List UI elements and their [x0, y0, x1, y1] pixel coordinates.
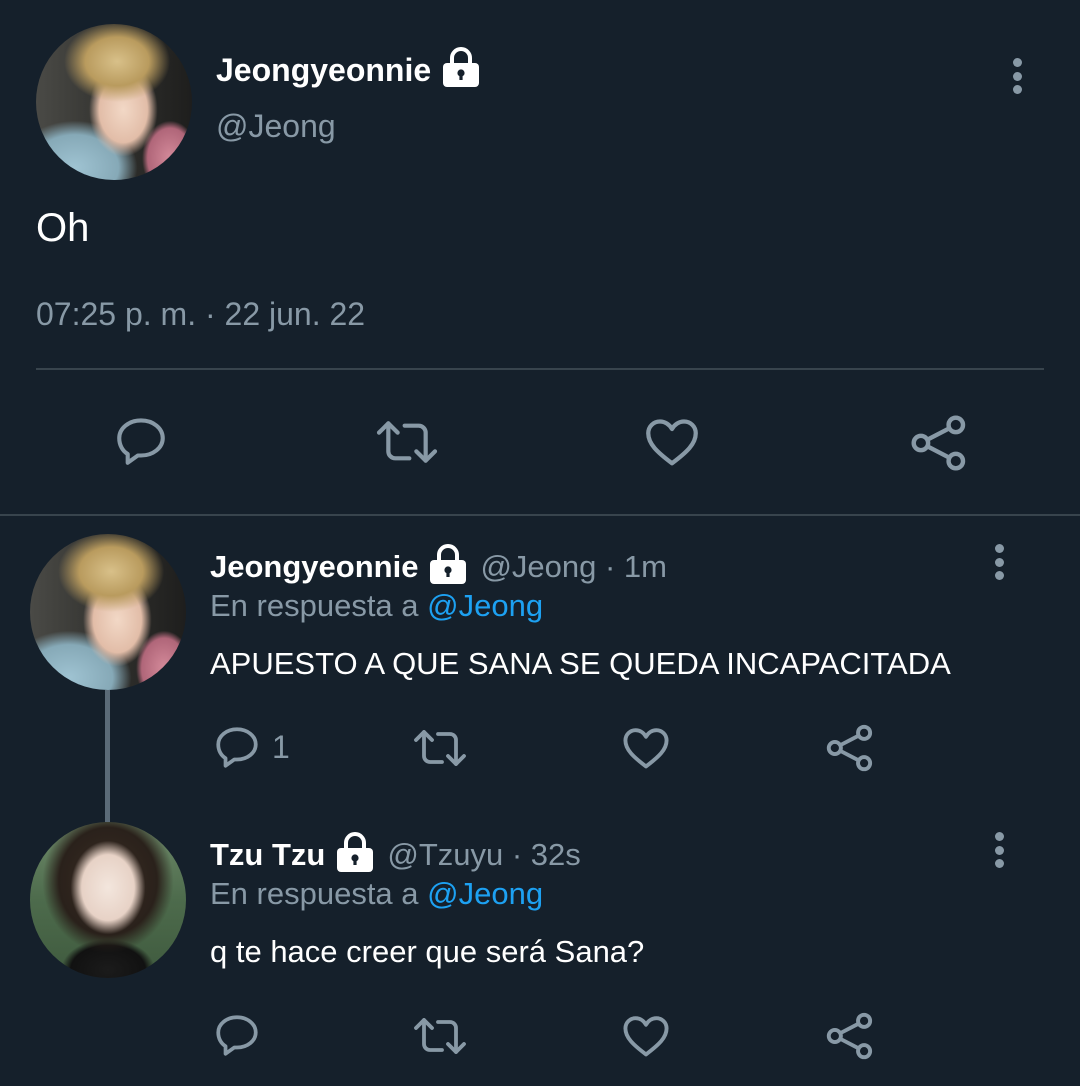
retweet-icon — [414, 730, 466, 766]
share-button[interactable] — [824, 1010, 876, 1062]
section-divider — [0, 514, 1080, 516]
reply-count: 1 — [272, 728, 290, 765]
reply-context: En respuesta a @Jeong — [210, 588, 543, 624]
lock-icon — [441, 46, 481, 88]
author-display-name[interactable]: Tzu Tzu — [210, 837, 325, 873]
lock-icon — [335, 831, 375, 873]
tweet-text: Oh — [36, 206, 90, 250]
author-handle[interactable]: @Jeong — [216, 108, 336, 145]
divider — [36, 368, 1044, 370]
reply-context: En respuesta a @Jeong — [210, 876, 543, 912]
reply-button[interactable] — [112, 412, 170, 470]
more-options-icon[interactable] — [992, 832, 1006, 868]
like-button[interactable] — [620, 1010, 672, 1062]
tweet-timestamp[interactable]: 07:25 p. m. · 22 jun. 22 — [36, 296, 365, 333]
share-button[interactable] — [908, 412, 970, 474]
reply-icon — [216, 727, 258, 768]
author-handle-time[interactable]: @Tzuyu · 32s — [387, 837, 580, 873]
avatar[interactable] — [30, 534, 186, 690]
retweet-button[interactable] — [412, 1012, 468, 1060]
mention-link[interactable]: @Jeong — [427, 588, 543, 623]
reply-prefix: En respuesta a — [210, 588, 419, 623]
reply-header: Jeongyeonnie @Jeong · 1m — [210, 543, 667, 588]
more-options-icon[interactable] — [992, 544, 1006, 580]
retweet-icon — [414, 1018, 466, 1054]
avatar[interactable] — [30, 822, 186, 978]
like-icon — [646, 419, 698, 466]
share-icon — [826, 724, 873, 772]
like-button[interactable] — [620, 722, 672, 774]
lock-icon — [428, 543, 468, 585]
mention-link[interactable]: @Jeong — [427, 876, 543, 911]
reply-button[interactable]: 1 — [212, 722, 290, 772]
author-display-name[interactable]: Jeongyeonnie — [210, 549, 418, 585]
tweet-text: APUESTO A QUE SANA SE QUEDA INCAPACITADA — [210, 646, 951, 681]
retweet-button[interactable] — [412, 724, 468, 772]
reply-icon — [117, 418, 165, 465]
reply-icon — [216, 1015, 258, 1056]
tweet-text: q te hace creer que será Sana? — [210, 934, 645, 969]
like-icon — [623, 1016, 669, 1057]
retweet-button[interactable] — [374, 414, 440, 470]
share-button[interactable] — [824, 722, 876, 774]
reply-prefix: En respuesta a — [210, 876, 419, 911]
retweet-icon — [376, 421, 438, 463]
like-icon — [623, 728, 669, 769]
author-name-row: Jeongyeonnie — [216, 47, 481, 90]
share-icon — [826, 1012, 873, 1060]
avatar[interactable] — [36, 24, 192, 180]
more-options-icon[interactable] — [1010, 58, 1024, 94]
author-handle-time[interactable]: @Jeong · 1m — [480, 549, 667, 585]
share-icon — [911, 415, 966, 471]
like-button[interactable] — [642, 412, 702, 472]
reply-header: Tzu Tzu @Tzuyu · 32s — [210, 831, 581, 876]
reply-button[interactable] — [212, 1010, 262, 1060]
thread-line — [105, 690, 110, 822]
author-display-name[interactable]: Jeongyeonnie — [216, 52, 431, 89]
